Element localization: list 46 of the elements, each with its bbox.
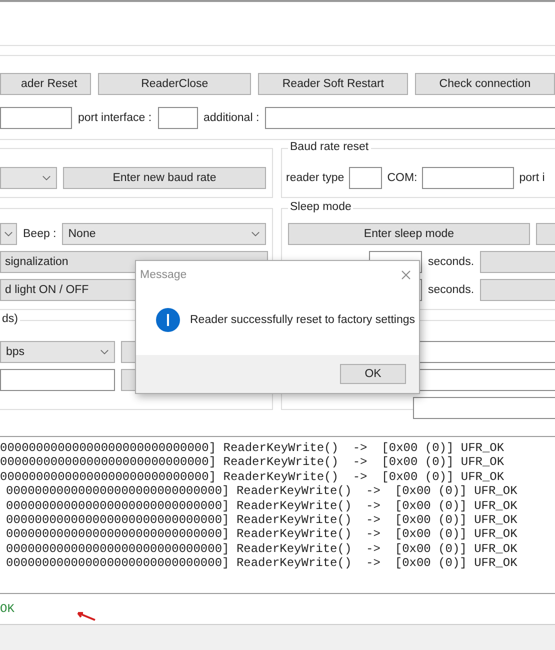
sleep-mode-button[interactable]: Enter sleep mode xyxy=(288,223,530,245)
field-label: Beep : xyxy=(23,228,56,240)
toolbar-button[interactable]: ader Reset xyxy=(0,73,91,95)
beep-dropdown[interactable]: None xyxy=(62,223,266,245)
log-line: 000000000000000000000000000000] ReaderKeyWrite() -> [0x00 (0)] UFR_OK xyxy=(5,527,518,542)
dialog-message: Reader successfully reset to factory settings xyxy=(190,314,415,326)
ok-button[interactable]: OK xyxy=(340,364,406,384)
field-label: COM: xyxy=(387,172,418,184)
log-line: 000000000000000000000000000000] ReaderKeyWrite() -> [0x00 (0)] UFR_OK xyxy=(5,556,518,571)
group-title: Sleep mode xyxy=(288,201,354,213)
field-label: port i xyxy=(519,172,545,184)
caret-icon xyxy=(251,231,260,237)
toolbar-button[interactable]: ReaderClose xyxy=(98,73,252,95)
log-line: 00000000000000000000000000000] ReaderKeyWrite() -> [0x00 (0)] UFR_OK xyxy=(0,470,506,484)
input-field[interactable] xyxy=(349,167,382,189)
log-line: 000000000000000000000000000000] ReaderKeyWrite() -> [0x00 (0)] UFR_OK xyxy=(5,484,518,499)
unit-label: seconds. xyxy=(428,256,474,268)
toolbar-button[interactable]: Reader Soft Restart xyxy=(258,73,408,95)
log-line: 000000000000000000000000000000] ReaderKeyWrite() -> [0x00 (0)] UFR_OK xyxy=(5,512,518,528)
field-label: reader type xyxy=(286,172,344,184)
input-field[interactable] xyxy=(422,167,514,189)
caret-icon xyxy=(42,175,51,181)
log-line: 00000000000000000000000000000] ReaderKeyWrite() -> [0x00 (0)] UFR_OK xyxy=(0,455,506,470)
toolbar-button[interactable]: Check connection xyxy=(415,73,555,95)
unit-label: seconds. xyxy=(428,284,474,296)
dropdown[interactable] xyxy=(0,223,17,245)
log-line: 00000000000000000000000000000] ReaderKeyWrite() -> [0x00 (0)] UFR_OK xyxy=(0,441,506,456)
baud-rate-button[interactable]: Enter new baud rate xyxy=(63,167,266,189)
info-icon xyxy=(156,308,180,332)
caret-icon xyxy=(4,231,13,237)
speed-dropdown[interactable]: bps xyxy=(0,341,115,363)
caret-icon xyxy=(100,349,109,355)
log-line: 000000000000000000000000000000] ReaderKeyWrite() -> [0x00 (0)] UFR_OK xyxy=(5,498,518,513)
group-title: Baud rate reset xyxy=(288,141,371,153)
input-field[interactable] xyxy=(0,107,72,129)
dropdown[interactable] xyxy=(0,167,57,189)
status-text: OK xyxy=(0,602,14,616)
password-field[interactable] xyxy=(413,397,555,419)
group-title: ds) xyxy=(0,313,20,325)
field-label: port interface : xyxy=(78,112,152,124)
input-field[interactable] xyxy=(265,107,555,129)
input-field[interactable] xyxy=(0,369,115,391)
input-field[interactable] xyxy=(158,107,198,129)
close-icon[interactable] xyxy=(401,270,411,280)
log-line: 000000000000000000000000000000] ReaderKeyWrite() -> [0x00 (0)] UFR_OK xyxy=(5,542,518,556)
field-label: additional : xyxy=(204,112,260,124)
